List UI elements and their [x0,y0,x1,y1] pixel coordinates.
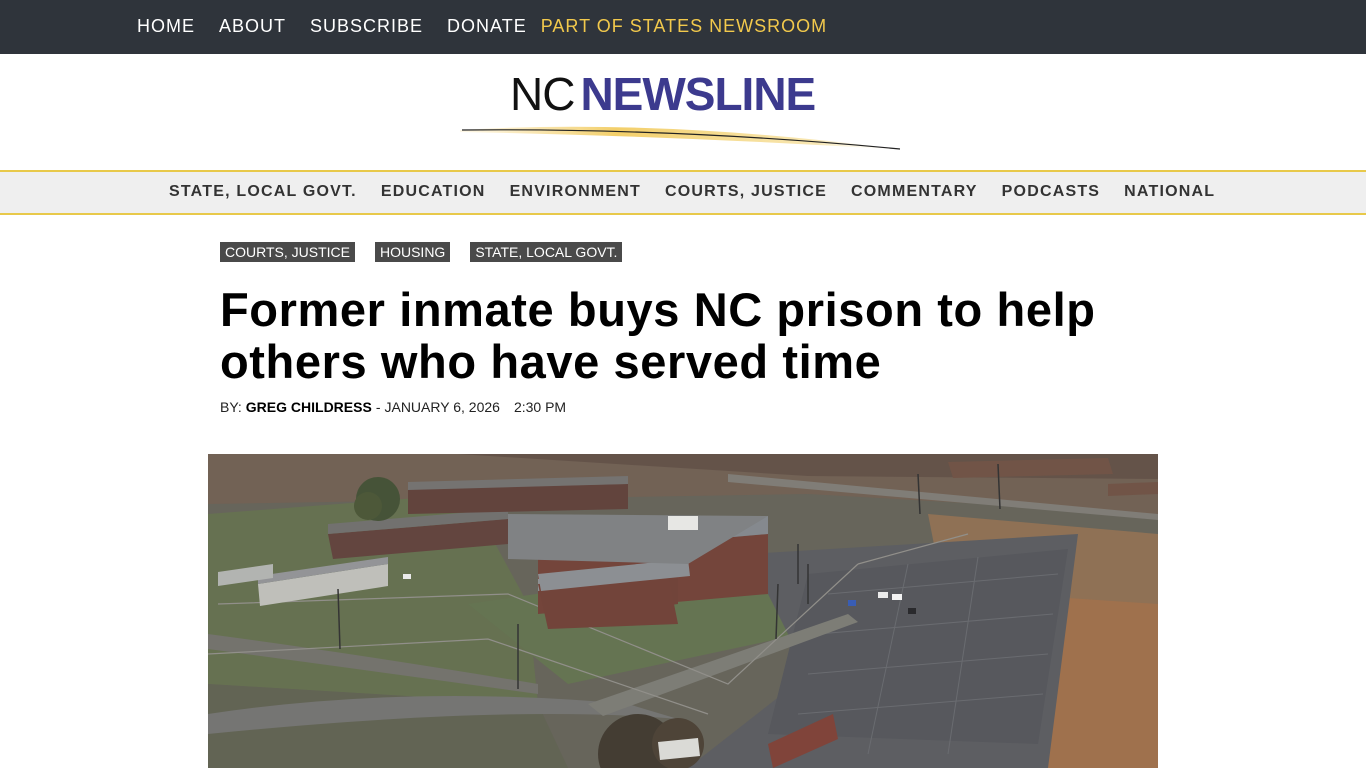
article-tags: COURTS, JUSTICE HOUSING STATE, LOCAL GOV… [220,242,642,262]
logo-nc: NC [510,68,575,120]
nav-subscribe-link[interactable]: SUBSCRIBE [310,15,423,37]
logo-newsline: NEWSLINE [580,68,816,120]
top-bar: HOME ABOUT SUBSCRIBE DONATE PART OF STAT… [0,0,1366,54]
section-podcasts[interactable]: PODCASTS [1002,182,1101,202]
states-newsroom-link[interactable]: PART OF STATES NEWSROOM [541,15,827,37]
tag-state-local-govt[interactable]: STATE, LOCAL GOVT. [470,242,623,262]
section-nav: STATE, LOCAL GOVT. EDUCATION ENVIRONMENT… [0,170,1366,215]
byline-separator: - [375,399,381,415]
section-environment[interactable]: ENVIRONMENT [510,182,641,202]
section-commentary[interactable]: COMMENTARY [851,182,978,202]
hero-image [208,454,1158,768]
masthead: NC NEWSLINE [0,54,1366,170]
section-education[interactable]: EDUCATION [381,182,486,202]
byline-prefix: BY: [220,399,242,415]
publish-date: JANUARY 6, 2026 [384,399,500,415]
top-nav: HOME ABOUT SUBSCRIBE DONATE PART OF STAT… [137,15,827,37]
nav-donate-link[interactable]: DONATE [447,15,527,37]
tag-housing[interactable]: HOUSING [374,242,451,262]
site-logo[interactable]: NC NEWSLINE [460,66,910,150]
nav-about-link[interactable]: ABOUT [219,15,286,37]
section-courts-justice[interactable]: COURTS, JUSTICE [665,182,827,202]
article-byline: BY: GREG CHILDRESS - JANUARY 6, 2026 2:3… [220,398,566,416]
nav-home-link[interactable]: HOME [137,15,195,37]
article-headline: Former inmate buys NC prison to help oth… [220,283,1096,388]
section-state-local-govt[interactable]: STATE, LOCAL GOVT. [169,182,357,202]
tag-courts-justice[interactable]: COURTS, JUSTICE [220,242,355,262]
logo-wordmark: NC NEWSLINE [510,66,816,122]
author-link[interactable]: GREG CHILDRESS [246,398,372,416]
aerial-prison-photo [208,454,1158,768]
publish-time: 2:30 PM [513,399,567,415]
section-national[interactable]: NATIONAL [1124,182,1215,202]
